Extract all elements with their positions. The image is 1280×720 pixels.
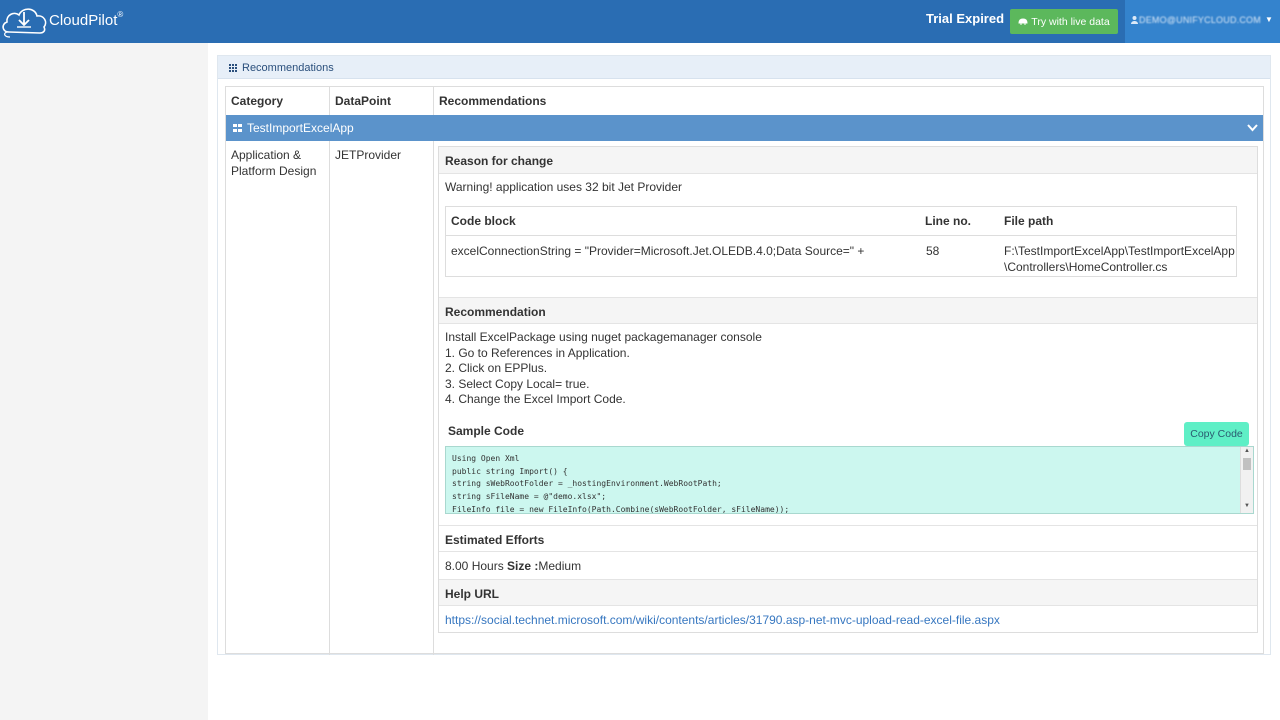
efforts-heading: Estimated Efforts — [439, 525, 1257, 552]
efforts-text: 8.00 Hours Size :Medium — [445, 559, 581, 573]
group-grid-icon — [233, 124, 242, 132]
help-url-link[interactable]: https://social.technet.microsoft.com/wik… — [445, 613, 1000, 627]
line-no-header: Line no. — [925, 214, 971, 228]
help-url-heading: Help URL — [439, 579, 1257, 606]
recommendation-heading: Recommendation — [439, 297, 1257, 324]
top-navbar: CloudPilot® Trial Expired Try with live … — [0, 0, 1280, 43]
file-path-header: File path — [1004, 214, 1054, 228]
user-email: DEMO@UNIFYCLOUD.COM — [1139, 15, 1261, 25]
user-icon — [1131, 16, 1138, 24]
column-header-recommendations: Recommendations — [439, 94, 547, 108]
file-path-cell: F:\TestImportExcelApp\TestImportExcelApp… — [1004, 243, 1235, 275]
recommendation-steps: Install ExcelPackage using nuget package… — [445, 330, 762, 408]
size-value: Medium — [538, 559, 582, 573]
category-cell: Application & Platform Design — [231, 148, 317, 178]
code-block-header: Code block — [451, 214, 516, 228]
panel-title: Recommendations — [242, 62, 334, 74]
code-location-table: Code block Line no. File path excelConne… — [445, 206, 1237, 277]
panel-header: Recommendations — [218, 56, 1270, 79]
column-header-category: Category — [231, 94, 284, 108]
column-header-datapoint: DataPoint — [335, 94, 392, 108]
sample-code: Using Open Xml public string Import() { … — [452, 454, 790, 514]
user-menu[interactable]: DEMO@UNIFYCLOUD.COM ▼ — [1125, 0, 1280, 43]
trial-status: Trial Expired — [926, 11, 1005, 26]
grid-icon — [229, 64, 239, 72]
column-divider — [329, 141, 330, 655]
line-no-cell: 58 — [926, 244, 940, 258]
recommendation-detail: Reason for change Warning! application u… — [438, 146, 1258, 633]
column-divider — [329, 87, 330, 115]
efforts-hours: 8.00 Hours — [445, 559, 504, 573]
reason-text: Warning! application uses 32 bit Jet Pro… — [445, 180, 683, 194]
rocket-icon — [1018, 18, 1028, 25]
copy-code-button[interactable]: Copy Code — [1184, 422, 1249, 446]
app-logo[interactable]: CloudPilot® — [0, 0, 140, 43]
scroll-down-icon[interactable]: ▼ — [1244, 503, 1250, 509]
datapoint-cell: JETProvider — [335, 148, 402, 162]
sample-code-heading: Sample Code — [448, 424, 525, 438]
scroll-thumb[interactable] — [1243, 458, 1251, 470]
recommendation-line: Install ExcelPackage using nuget package… — [445, 330, 762, 344]
size-label: Size : — [507, 559, 539, 573]
recommendation-line: 2. Click on EPPlus. — [445, 361, 548, 376]
scroll-up-icon[interactable]: ▲ — [1244, 448, 1250, 454]
recommendation-line: 3. Select Copy Local= true. — [445, 376, 590, 391]
help-url-cell: https://social.technet.microsoft.com/wik… — [445, 613, 1000, 627]
column-divider — [433, 87, 434, 115]
file-path-line: \Controllers\HomeController.cs — [1004, 260, 1168, 274]
divider — [446, 235, 1236, 236]
left-sidebar — [0, 43, 208, 720]
group-label: TestImportExcelApp — [247, 121, 354, 135]
reason-heading: Reason for change — [439, 147, 1257, 174]
column-divider — [433, 141, 434, 655]
caret-down-icon: ▼ — [1265, 15, 1273, 24]
recommendation-line: 1. Go to References in Application. — [445, 345, 630, 360]
sample-code-box[interactable]: Using Open Xml public string Import() { … — [445, 446, 1254, 514]
code-block-cell: excelConnectionString = "Provider=Micros… — [451, 244, 865, 258]
file-path-line: F:\TestImportExcelApp\TestImportExcelApp — [1004, 244, 1235, 258]
try-live-data-label: Try with live data — [1031, 15, 1110, 28]
cloud-logo-icon — [2, 8, 47, 38]
app-name: CloudPilot® — [49, 10, 124, 29]
recommendation-line: 4. Change the Excel Import Code. — [445, 392, 626, 407]
code-scrollbar[interactable]: ▲ ▼ — [1240, 447, 1253, 513]
chevron-down-icon[interactable] — [1247, 124, 1258, 132]
group-row-testimportexcelapp[interactable]: TestImportExcelApp — [226, 115, 1263, 141]
try-live-data-button[interactable]: Try with live data — [1010, 9, 1118, 34]
